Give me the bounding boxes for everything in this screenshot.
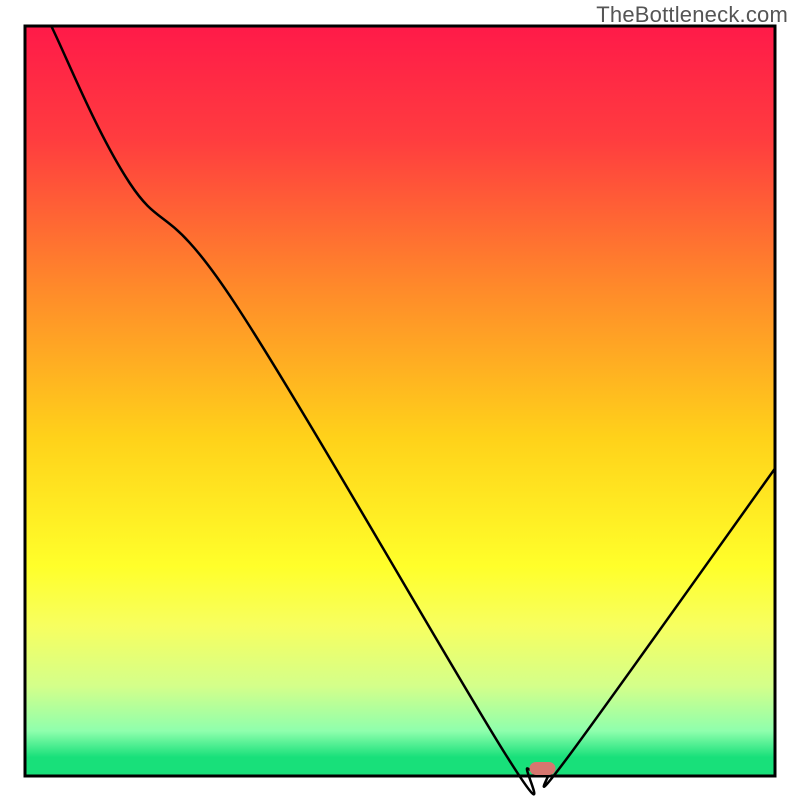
plot-area — [25, 26, 775, 794]
optimal-point-marker — [530, 762, 556, 775]
bottleneck-chart — [0, 0, 800, 800]
chart-container: TheBottleneck.com — [0, 0, 800, 800]
gradient-background — [25, 26, 775, 776]
watermark-label: TheBottleneck.com — [596, 2, 788, 28]
